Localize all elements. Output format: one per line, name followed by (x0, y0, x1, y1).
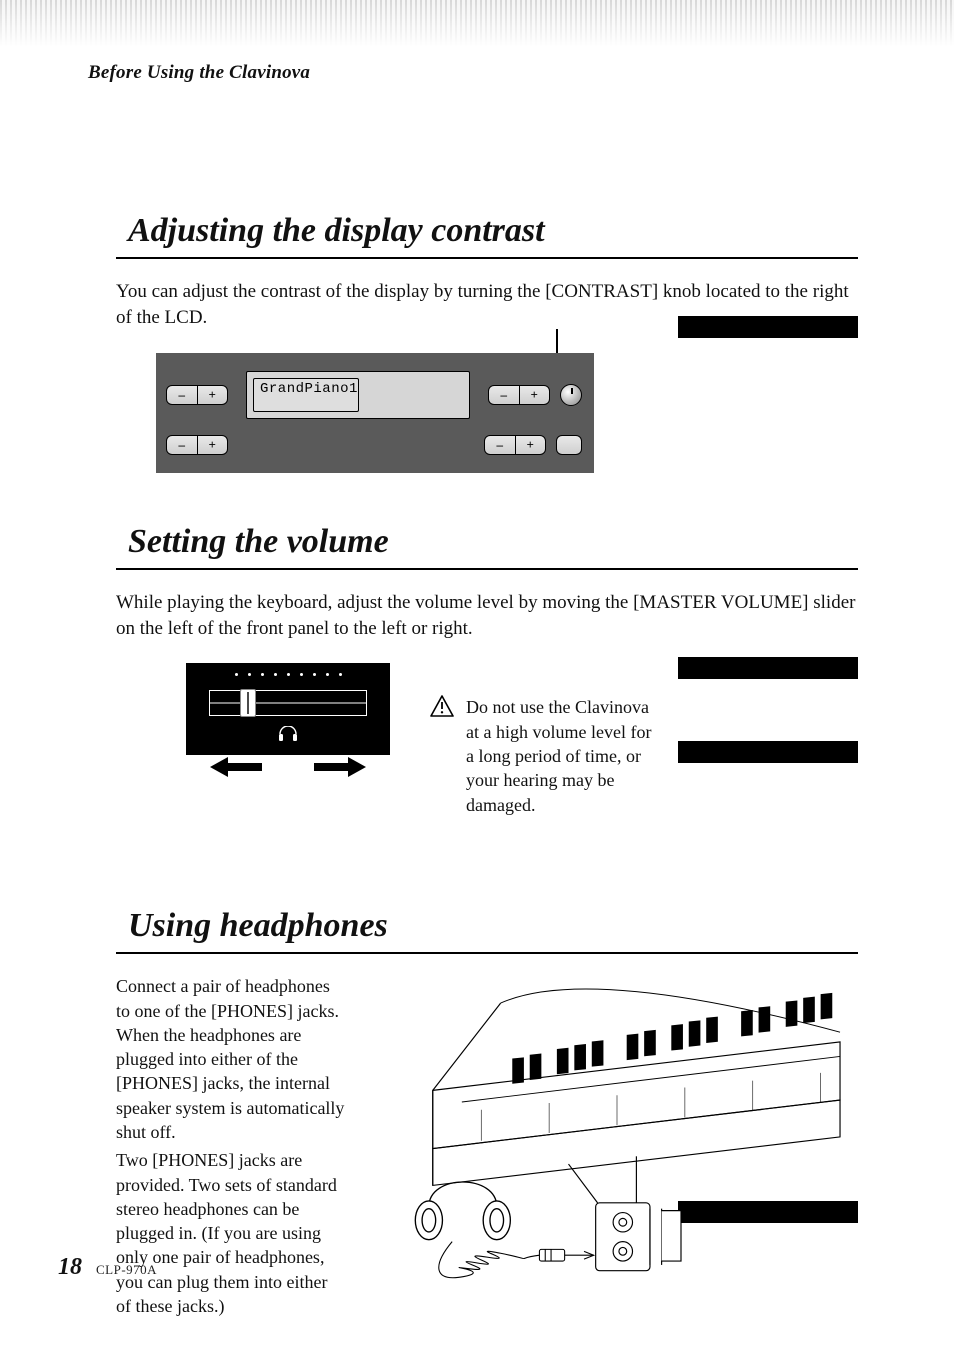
minus-label: – (167, 436, 198, 454)
arrow-left-icon (200, 757, 262, 777)
button-pair-a-top: – + (166, 385, 228, 405)
heading-headphones: Using headphones (128, 907, 858, 944)
minus-label: – (489, 386, 520, 404)
button-pair-b-bottom: – + (484, 435, 546, 455)
plus-label: + (516, 436, 546, 454)
volume-slider-figure (186, 663, 390, 755)
button-pair-b-top: – + (488, 385, 550, 405)
sidebar-bar (678, 316, 858, 338)
minus-label: – (485, 436, 516, 454)
model-label: CLP-970A (96, 1262, 157, 1278)
contrast-knob-icon (560, 384, 582, 406)
heading-rule (116, 952, 858, 954)
lcd-text: GrandPiano1 (253, 378, 359, 412)
body-volume: While playing the keyboard, adjust the v… (116, 590, 858, 641)
blank-button-icon (556, 435, 582, 455)
button-pair-a-bottom: – + (166, 435, 228, 455)
heading-rule (116, 568, 858, 570)
minus-label: – (167, 386, 198, 404)
master-volume-track (209, 690, 367, 716)
plus-label: + (198, 386, 228, 404)
arrow-right-icon (314, 757, 376, 777)
headphones-para2: Two [PHONES] jacks are provided. Two set… (116, 1148, 346, 1318)
heading-rule (116, 257, 858, 259)
plus-label: + (198, 436, 228, 454)
running-head: Before Using the Clavinova (88, 62, 310, 84)
page-hatch-decoration (0, 0, 954, 46)
sidebar-bar (678, 741, 858, 763)
caution-triangle-icon (430, 695, 454, 717)
caution-note: Do not use the Clavinova at a high volum… (430, 695, 660, 816)
heading-volume: Setting the volume (128, 523, 858, 560)
page-number: 18 (58, 1254, 82, 1281)
headphones-illustration (376, 974, 858, 1294)
headphone-icon (278, 726, 298, 747)
section-volume: Setting the volume While playing the key… (116, 523, 858, 817)
page-footer: 18 CLP-970A (58, 1254, 157, 1281)
section-contrast: Adjusting the display contrast You can a… (116, 212, 858, 473)
lcd-screen: GrandPiano1 (246, 371, 470, 419)
lcd-panel-figure: – + GrandPiano1 – + – + – (156, 353, 594, 473)
master-volume-thumb (240, 689, 256, 717)
plus-label: + (520, 386, 550, 404)
caution-text: Do not use the Clavinova at a high volum… (466, 695, 660, 816)
sidebar-bar (678, 657, 858, 679)
direction-arrows (200, 757, 376, 777)
heading-contrast: Adjusting the display contrast (128, 212, 858, 249)
headphones-para1: Connect a pair of headphones to one of t… (116, 974, 346, 1144)
callout-tick (556, 329, 558, 353)
section-headphones: Using headphones Connect a pair of headp… (116, 907, 858, 1323)
scale-dots (235, 673, 342, 676)
